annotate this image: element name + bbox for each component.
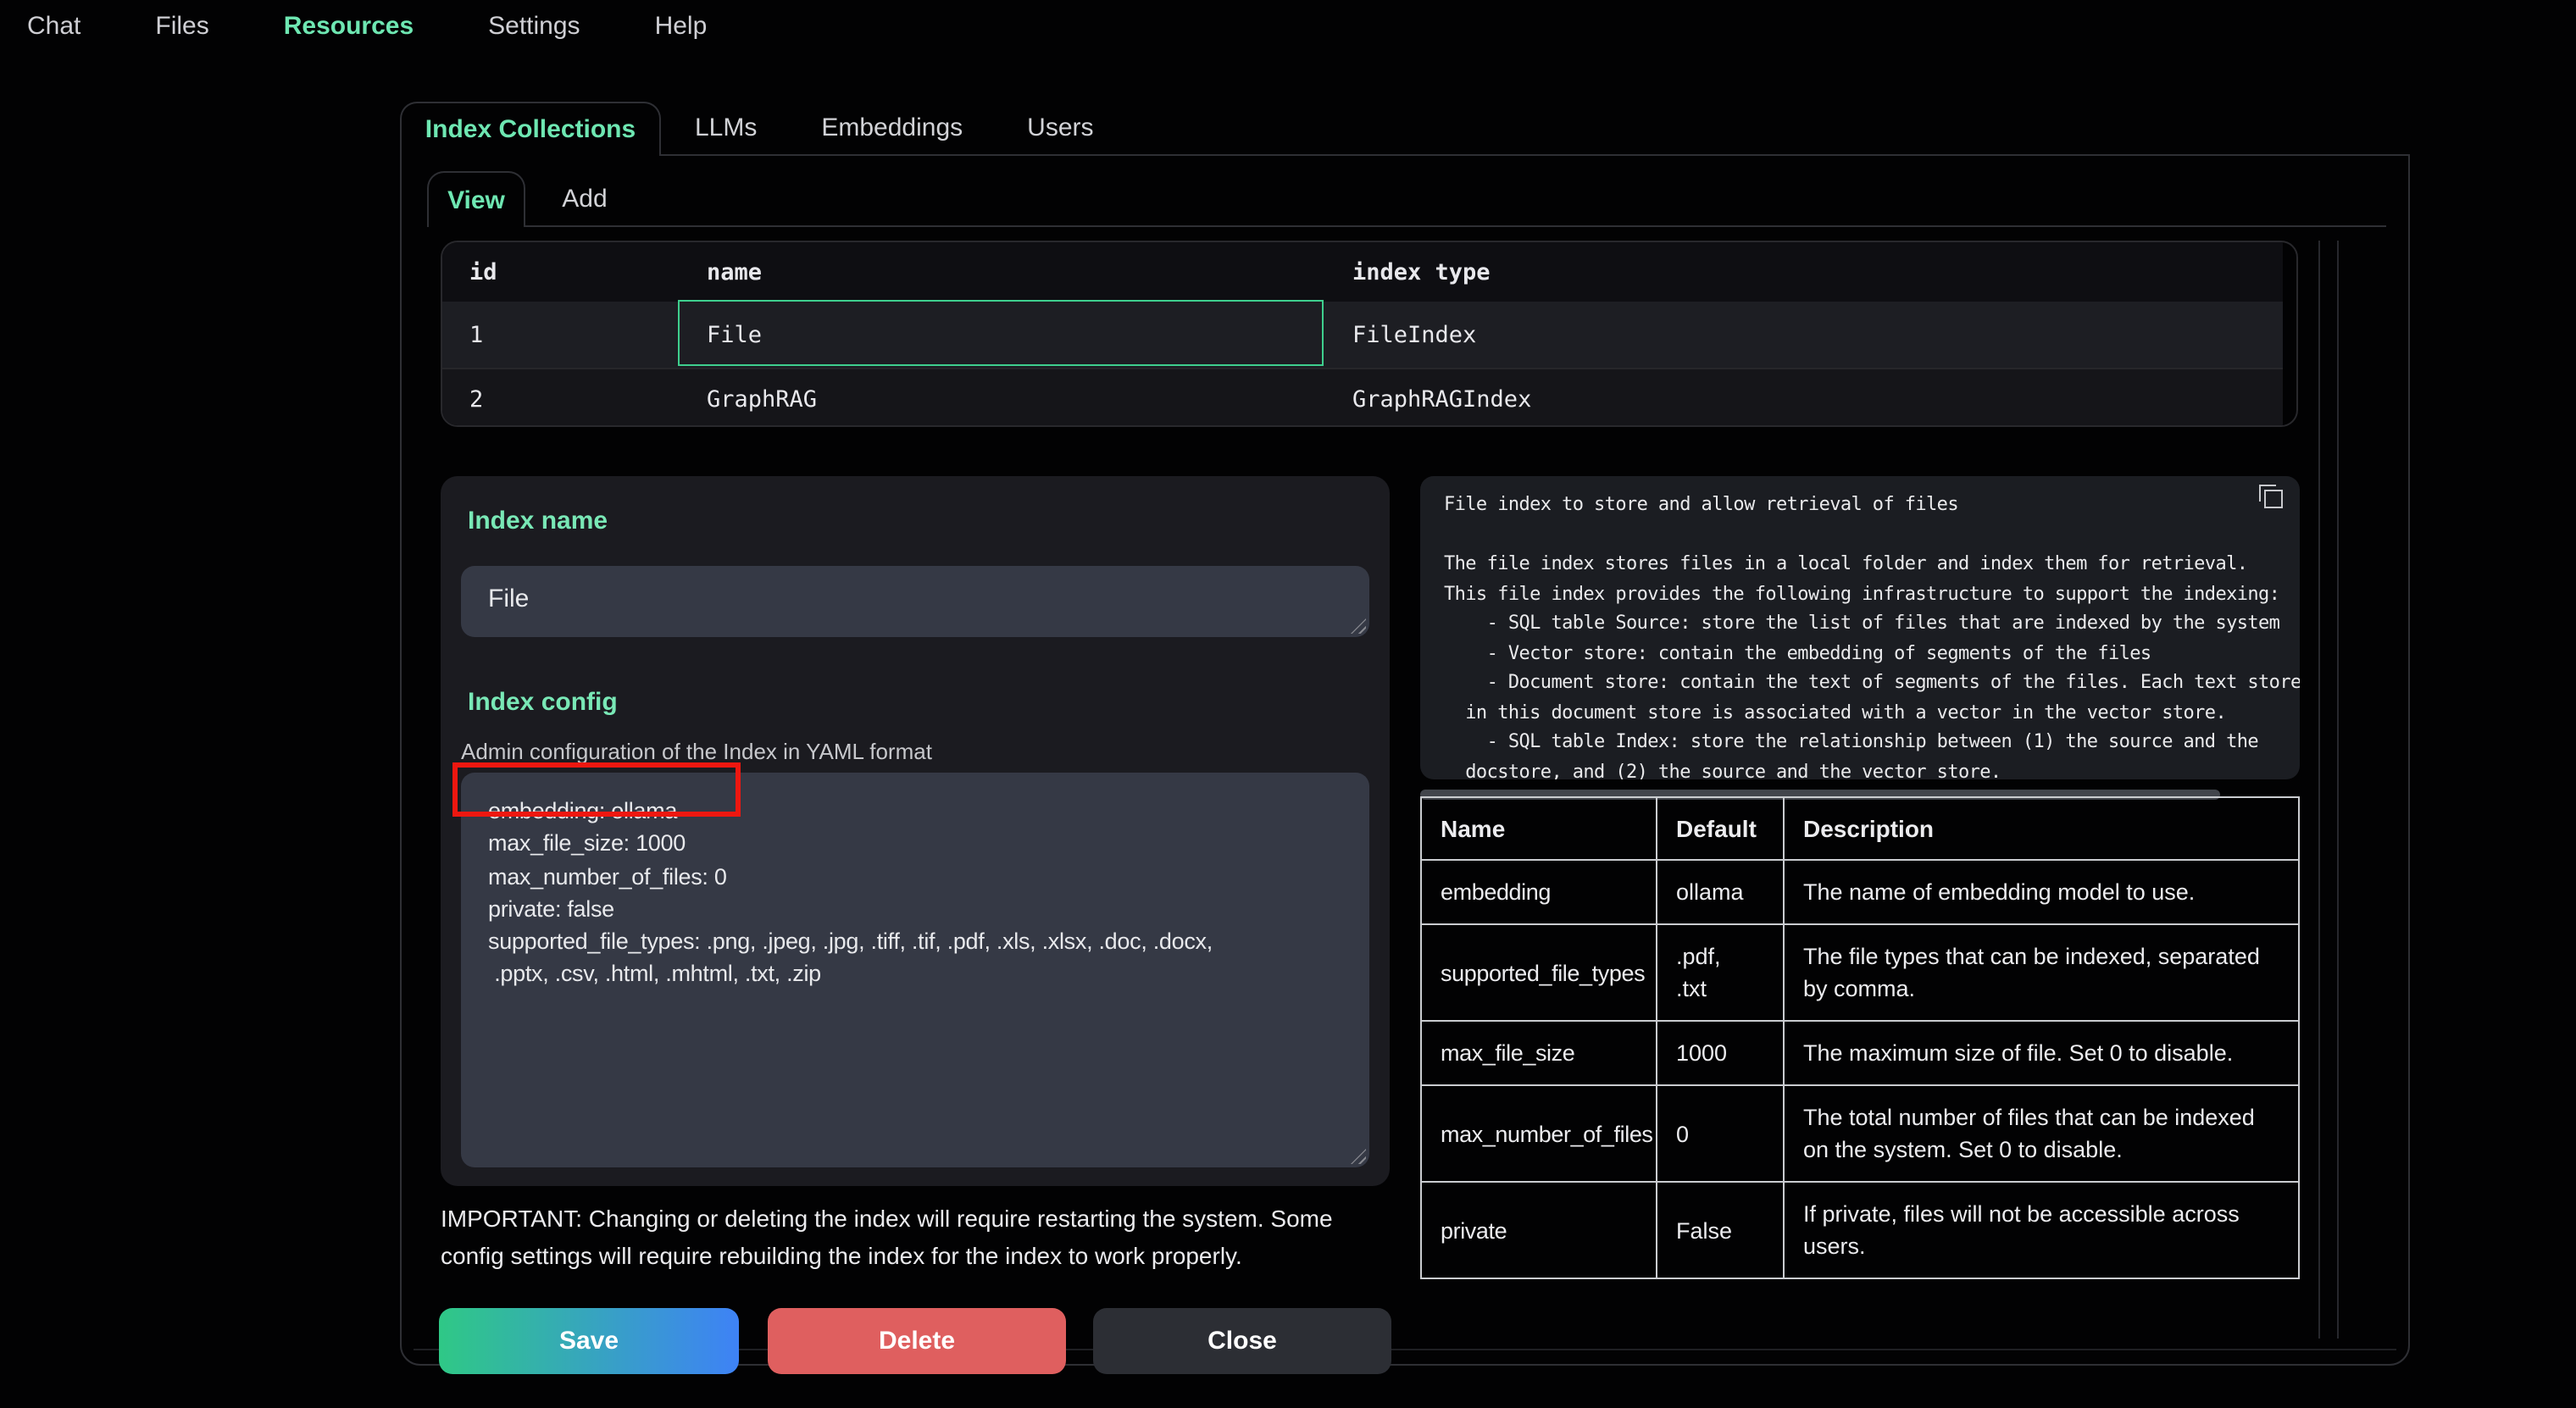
tab-view[interactable]: View: [427, 171, 525, 227]
vertical-scrollbar-track: [2337, 241, 2339, 1339]
tab-view-label: View: [447, 186, 505, 214]
spec-default: 0: [1657, 1085, 1784, 1182]
index-name-input[interactable]: File: [461, 566, 1369, 637]
row1-type-cell[interactable]: FileIndex: [1325, 302, 2283, 368]
spec-header-row: Name Default Description: [1421, 797, 2299, 860]
app-root: Chat Files Resources Settings Help Index…: [0, 0, 2576, 1408]
index-config-help-text: Admin configuration of the Index in YAML…: [461, 739, 932, 764]
tab-add[interactable]: Add: [539, 171, 630, 225]
nav-item-help[interactable]: Help: [655, 12, 708, 41]
subtab-underline: [427, 225, 2386, 227]
table-row: max_number_of_files 0 The total number o…: [1421, 1085, 2299, 1182]
table-row: private False If private, files will not…: [1421, 1182, 2299, 1278]
spec-description: The maximum size of file. Set 0 to disab…: [1784, 1021, 2299, 1085]
index-table-header-type: index type: [1325, 242, 2283, 302]
annotation-highlight-box: [452, 762, 741, 817]
table-row[interactable]: 2 GraphRAG GraphRAGIndex: [442, 368, 2283, 427]
copy-icon-front: [2264, 490, 2283, 508]
spec-description: The file types that can be indexed, sepa…: [1784, 924, 2299, 1021]
row1-id-cell[interactable]: 1: [442, 302, 680, 368]
close-button[interactable]: Close: [1093, 1308, 1391, 1374]
index-description-panel: File index to store and allow retrieval …: [1420, 476, 2300, 779]
table-row: embedding ollama The name of embedding m…: [1421, 860, 2299, 924]
tab-index-collections-label: Index Collections: [425, 115, 636, 144]
nav-item-files[interactable]: Files: [155, 12, 208, 41]
table-row: max_file_size 1000 The maximum size of f…: [1421, 1021, 2299, 1085]
vertical-scrollbar-track[interactable]: [2318, 241, 2320, 1339]
spec-header-name: Name: [1421, 797, 1657, 860]
spec-default: ollama: [1657, 860, 1784, 924]
spec-name: max_file_size: [1421, 1021, 1657, 1085]
spec-name: max_number_of_files: [1421, 1085, 1657, 1182]
save-button[interactable]: Save: [439, 1308, 739, 1374]
tab-index-collections[interactable]: Index Collections: [400, 102, 661, 156]
nav-item-resources[interactable]: Resources: [284, 12, 414, 41]
table-row: supported_file_types .pdf, .txt The file…: [1421, 924, 2299, 1021]
resource-tabs: LLMs Embeddings Users: [678, 102, 1094, 154]
row2-name-cell[interactable]: GraphRAG: [680, 369, 1325, 427]
spec-description: The name of embedding model to use.: [1784, 860, 2299, 924]
nav-item-chat[interactable]: Chat: [27, 12, 80, 41]
index-name-label: Index name: [468, 507, 608, 535]
index-config-textarea[interactable]: embedding: ollama max_file_size: 1000 ma…: [461, 773, 1369, 1167]
tab-llms[interactable]: LLMs: [695, 114, 757, 142]
index-table-header-row: id name index type: [442, 242, 2283, 302]
config-spec-table: Name Default Description embedding ollam…: [1420, 796, 2300, 1279]
selected-cell-outline: [678, 300, 1324, 366]
index-description-text: File index to store and allow retrieval …: [1420, 476, 2300, 779]
top-nav: Chat Files Resources Settings Help: [0, 0, 2576, 53]
spec-header-description: Description: [1784, 797, 2299, 860]
spec-default: .pdf, .txt: [1657, 924, 1784, 1021]
spec-name: embedding: [1421, 860, 1657, 924]
nav-item-settings[interactable]: Settings: [488, 12, 580, 41]
row2-id-cell[interactable]: 2: [442, 369, 680, 427]
spec-name: private: [1421, 1182, 1657, 1278]
spec-description: The total number of files that can be in…: [1784, 1085, 2299, 1182]
spec-default: 1000: [1657, 1021, 1784, 1085]
spec-header-default: Default: [1657, 797, 1784, 860]
spec-description: If private, files will not be accessible…: [1784, 1182, 2299, 1278]
index-table-header-id: id: [442, 242, 680, 302]
spec-default: False: [1657, 1182, 1784, 1278]
spec-name: supported_file_types: [1421, 924, 1657, 1021]
delete-button[interactable]: Delete: [768, 1308, 1066, 1374]
row2-type-cell[interactable]: GraphRAGIndex: [1325, 369, 2283, 427]
copy-icon[interactable]: [2259, 485, 2285, 510]
tab-users[interactable]: Users: [1027, 114, 1093, 142]
tab-embeddings[interactable]: Embeddings: [821, 114, 963, 142]
important-warning-text: IMPORTANT: Changing or deleting the inde…: [441, 1200, 1390, 1274]
index-config-label: Index config: [468, 688, 618, 717]
index-table-header-name: name: [680, 242, 1325, 302]
